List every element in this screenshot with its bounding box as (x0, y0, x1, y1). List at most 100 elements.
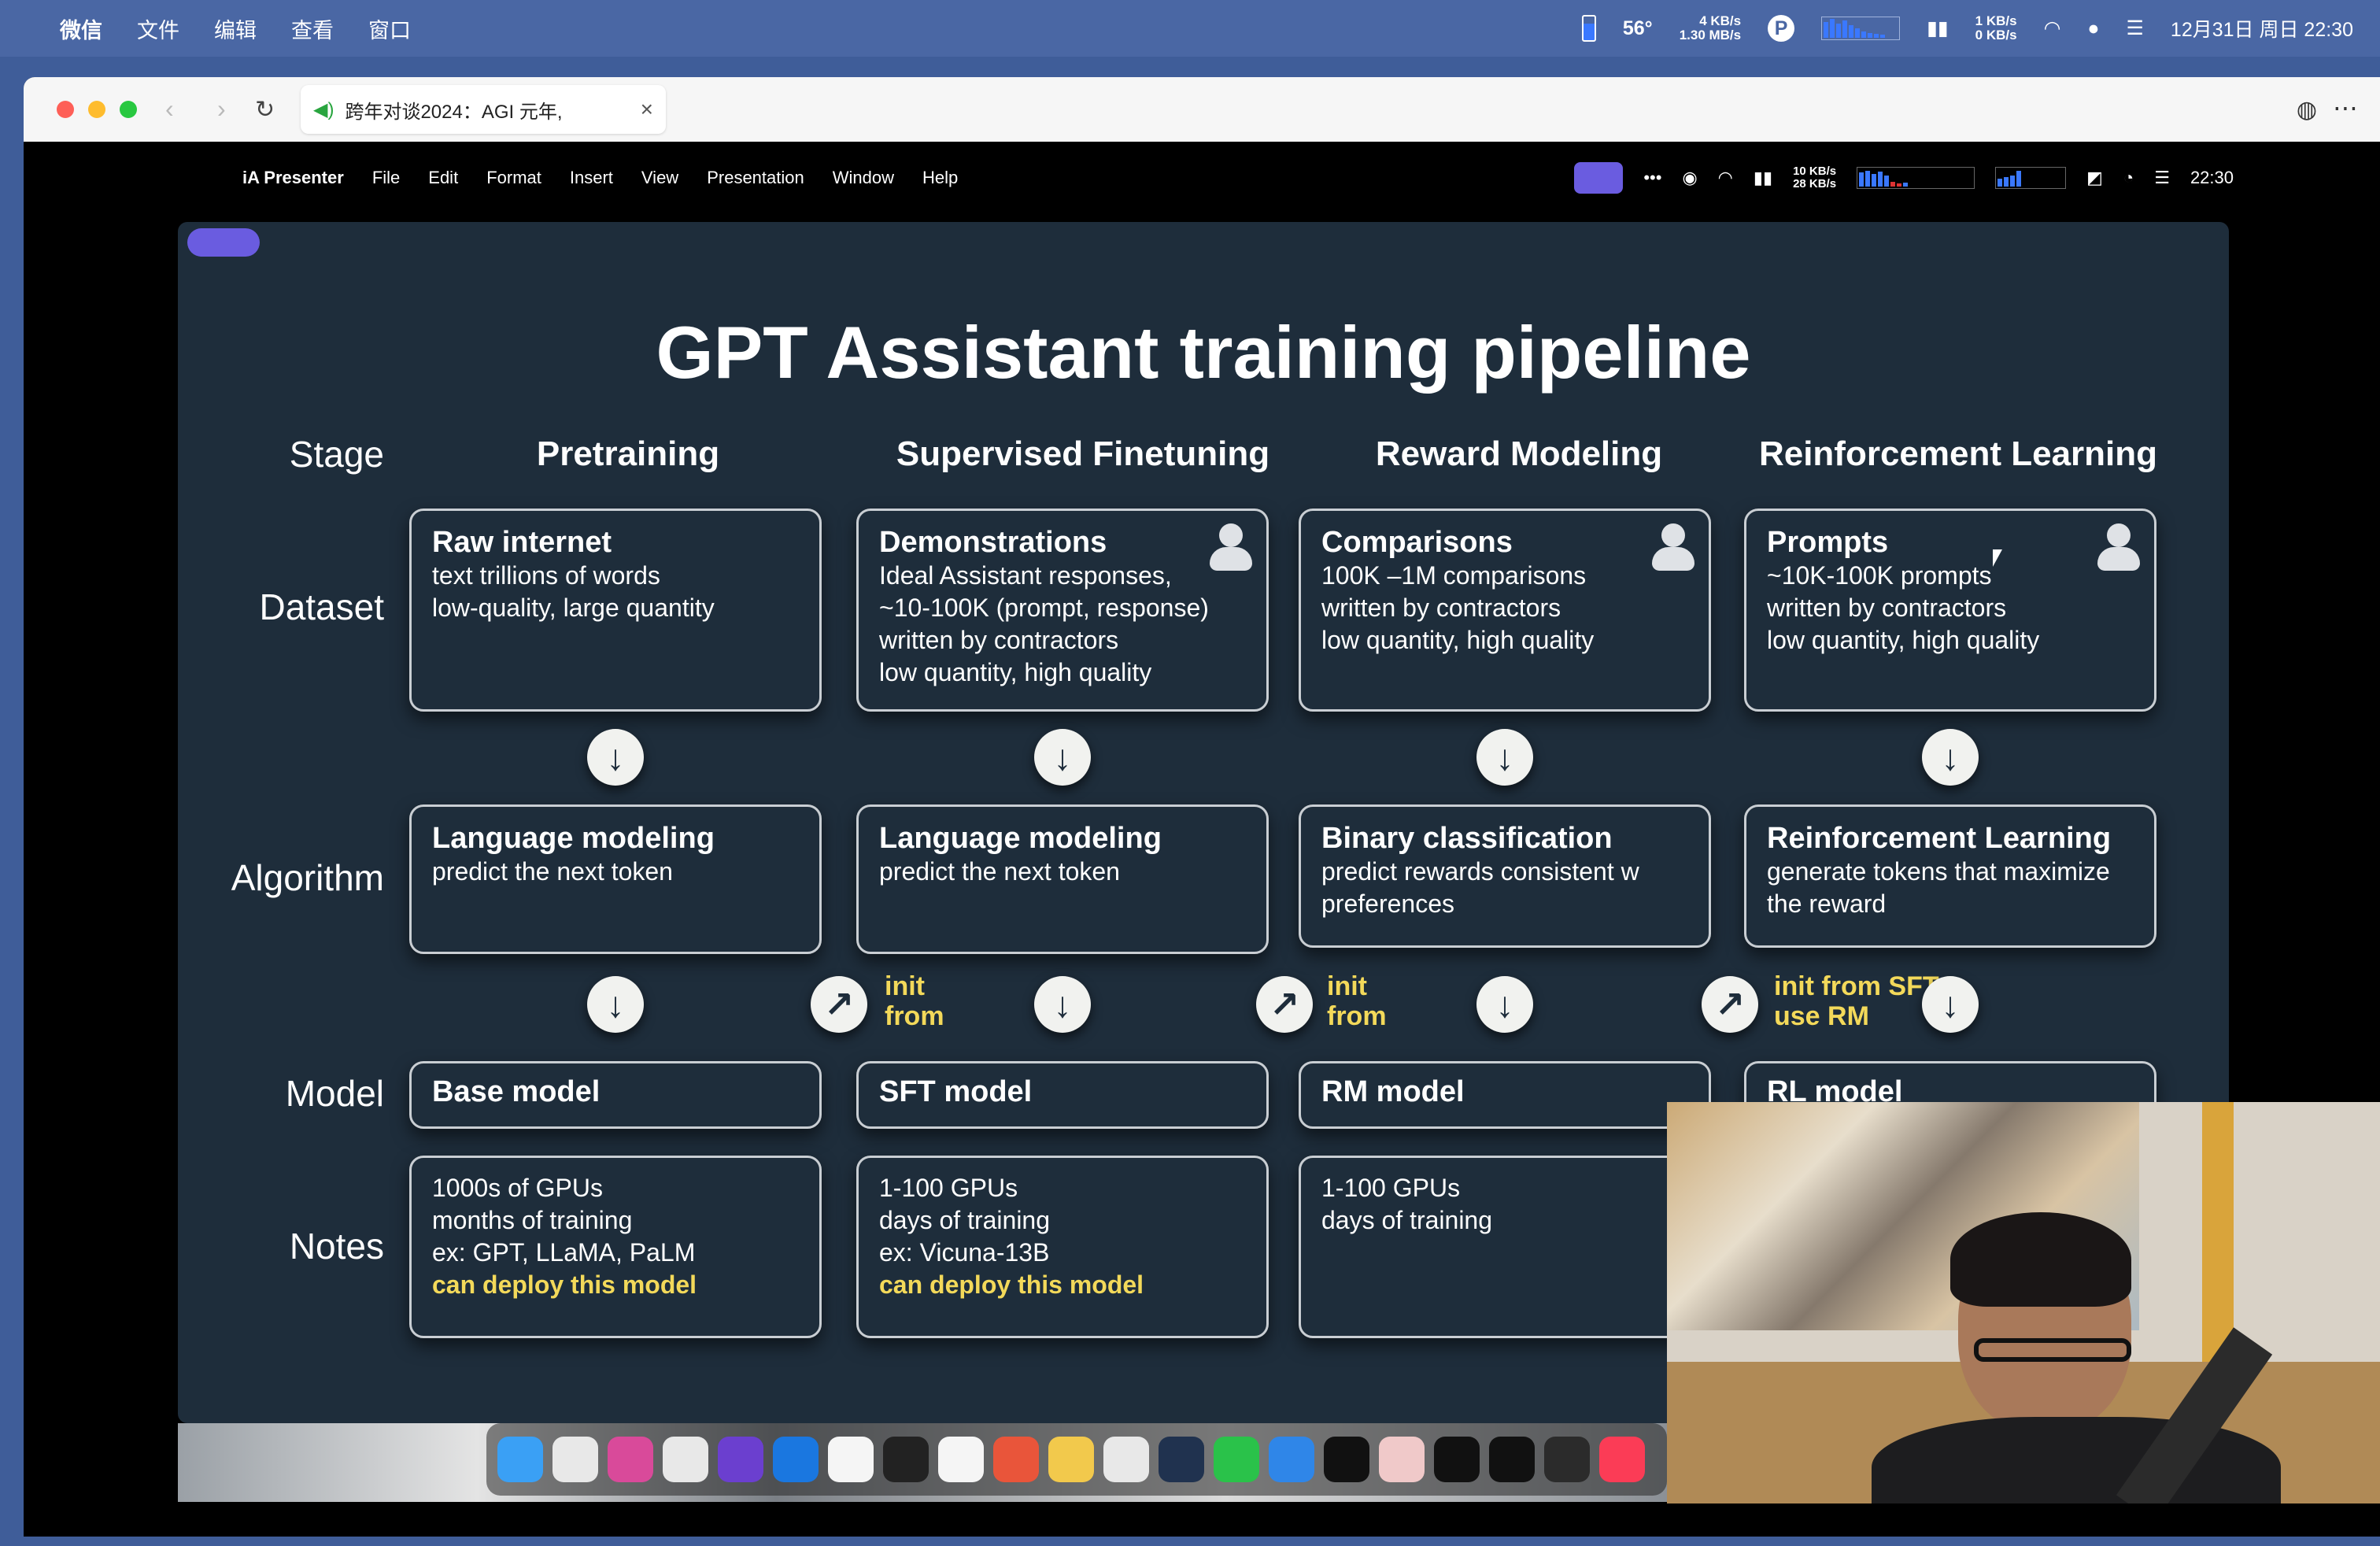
browser-toolbar: ‹ › ↻ ◀) 跨年对谈2024：AGI 元年, × ◍ ⋯ (24, 77, 2380, 142)
notion-icon[interactable] (828, 1437, 874, 1482)
tab-title: 跨年对谈2024：AGI 元年, (345, 101, 563, 123)
slide-title: GPT Assistant training pipeline (656, 311, 1751, 394)
algorithm-title: Language modeling (432, 822, 715, 855)
init-label-line: init (885, 971, 925, 1001)
menu-window[interactable]: 窗口 (368, 13, 411, 44)
globe-icon[interactable]: ◍ (2297, 96, 2317, 124)
menu-edit[interactable]: 编辑 (214, 13, 257, 44)
chatgpt-icon[interactable] (1324, 1437, 1369, 1482)
reload-icon[interactable]: ↻ (255, 96, 275, 124)
close-window-button[interactable] (57, 101, 74, 118)
zoom-window-button[interactable] (120, 101, 137, 118)
minimize-window-button[interactable] (88, 101, 105, 118)
inner-display-icon: ◩ (2086, 168, 2103, 187)
model-name: Base model (432, 1075, 601, 1108)
inner-cpu-graph-icon (1857, 167, 1975, 189)
network-speed-readout[interactable]: 4 KB/s 1.30 MB/s (1680, 14, 1741, 43)
figma-icon[interactable] (883, 1437, 929, 1482)
browser-icon[interactable] (1269, 1437, 1314, 1482)
dataset-line: low quantity, high quality (1321, 626, 1595, 654)
trello-icon[interactable] (773, 1437, 819, 1482)
back-icon[interactable]: ‹ (165, 94, 174, 124)
inner-clock: 22:30 (2190, 168, 2234, 187)
control-center-icon[interactable]: ☰ (2127, 17, 2144, 40)
inner-more-icon: ••• (1643, 168, 1662, 187)
arrow-up-right-icon: ↗ (1702, 976, 1758, 1033)
row-label-stage: Stage (289, 434, 384, 475)
notes-line: days of training (1321, 1206, 1493, 1234)
dataset-card-pretraining: Raw internet text trillions of words low… (409, 509, 822, 712)
inner-presenter-icon (1574, 162, 1624, 194)
init-from-label: init from (885, 971, 944, 1031)
menu-app-wechat[interactable]: 微信 (60, 13, 102, 44)
forward-icon[interactable]: › (217, 94, 226, 124)
algorithm-card-reward: Binary classification predict rewards co… (1299, 804, 1711, 948)
obsidian-icon[interactable] (718, 1437, 763, 1482)
paw-icon[interactable] (1103, 1437, 1149, 1482)
person-hair (1950, 1212, 2131, 1307)
menu-file[interactable]: 文件 (137, 13, 179, 44)
pixelmator-icon[interactable] (608, 1437, 653, 1482)
macos-menubar: 微信 文件 编辑 查看 窗口 56° 4 KB/s 1.30 MB/s P ▮▮ … (0, 0, 2380, 57)
notes-icon[interactable] (1048, 1437, 1094, 1482)
audio-playing-icon: ◀) (313, 98, 334, 120)
notes-line: 1-100 GPUs (879, 1174, 1018, 1202)
cpu-graph-icon[interactable] (1821, 17, 1901, 40)
temperature-readout[interactable]: 56° (1623, 17, 1653, 40)
music-icon[interactable] (1599, 1437, 1645, 1482)
notes-card-reward: 1-100 GPUs days of training (1299, 1156, 1711, 1338)
algorithm-line: preferences (1321, 890, 1454, 918)
arrow-down-icon: ↓ (1922, 976, 1979, 1033)
model-card-rm: RM model (1299, 1061, 1711, 1129)
model-name: RM model (1321, 1075, 1465, 1108)
pycharm-icon[interactable] (1489, 1437, 1535, 1482)
wechat-icon[interactable] (1214, 1437, 1259, 1482)
dataset-title: Prompts (1767, 526, 1889, 559)
tasks-icon[interactable] (938, 1437, 984, 1482)
arrow-down-icon: ↓ (1476, 976, 1533, 1033)
algorithm-card-sft: Language modeling predict the next token (856, 804, 1269, 954)
launchpad-icon[interactable] (552, 1437, 598, 1482)
browser-tab[interactable]: ◀) 跨年对谈2024：AGI 元年, × (301, 85, 666, 134)
obs-icon[interactable] (1544, 1437, 1590, 1482)
inner-menu-insert: Insert (569, 168, 613, 187)
glasses (1974, 1338, 2131, 1362)
column-header-pretraining: Pretraining (536, 435, 720, 473)
column-header-reward-modeling: Reward Modeling (1375, 435, 1663, 473)
model-card-sft: SFT model (856, 1061, 1269, 1129)
r-icon[interactable] (1159, 1437, 1204, 1482)
arrow-up-right-icon: ↗ (1256, 976, 1313, 1033)
inner-net-down: 28 KB/s (1793, 177, 1837, 190)
presenter-mode-badge[interactable] (187, 228, 260, 257)
net-down: 1.30 MB/s (1679, 28, 1742, 43)
close-tab-icon[interactable]: × (641, 97, 653, 122)
swift-icon[interactable] (993, 1437, 1039, 1482)
more-icon[interactable]: ⋯ (2333, 93, 2358, 123)
battery-status-icon[interactable] (1581, 15, 1596, 42)
notes-line: ex: GPT, LLaMA, PaLM (432, 1238, 696, 1267)
inner-net-up: 10 KB/s (1793, 165, 1837, 178)
algorithm-line: predict rewards consistent w (1321, 857, 1639, 886)
arrow-down-icon: ↓ (587, 729, 644, 786)
notes-line: 1000s of GPUs (432, 1174, 603, 1202)
menu-view[interactable]: 查看 (291, 13, 334, 44)
proxy-icon[interactable]: P (1768, 15, 1795, 42)
dataset-card-rl: Prompts ~10K-100K prompts written by con… (1744, 509, 2156, 712)
chrome-icon[interactable] (663, 1437, 708, 1482)
network-speed-readout-2[interactable]: 1 KB/s 0 KB/s (1975, 14, 2017, 43)
wifi-icon[interactable]: ◠ (2044, 17, 2061, 40)
openai-icon[interactable] (1434, 1437, 1480, 1482)
column-header-sft: Supervised Finetuning (896, 435, 1270, 473)
user-icon[interactable]: ● (2087, 17, 2099, 40)
inner-memory-graph-icon (1995, 167, 2067, 189)
clock[interactable]: 12月31日 周日 22:30 (2171, 14, 2353, 43)
person-icon (1210, 523, 1252, 572)
finder-icon[interactable] (497, 1437, 543, 1482)
signal-icon[interactable]: ▮▮ (1927, 17, 1949, 40)
init-label-line: from (885, 1001, 944, 1031)
net-up: 4 KB/s (1699, 13, 1742, 28)
algorithm-card-rl: Reinforcement Learning generate tokens t… (1744, 804, 2156, 948)
brain-icon[interactable] (1379, 1437, 1425, 1482)
dataset-title: Comparisons (1321, 526, 1513, 559)
init-label-line: from (1327, 1001, 1387, 1031)
